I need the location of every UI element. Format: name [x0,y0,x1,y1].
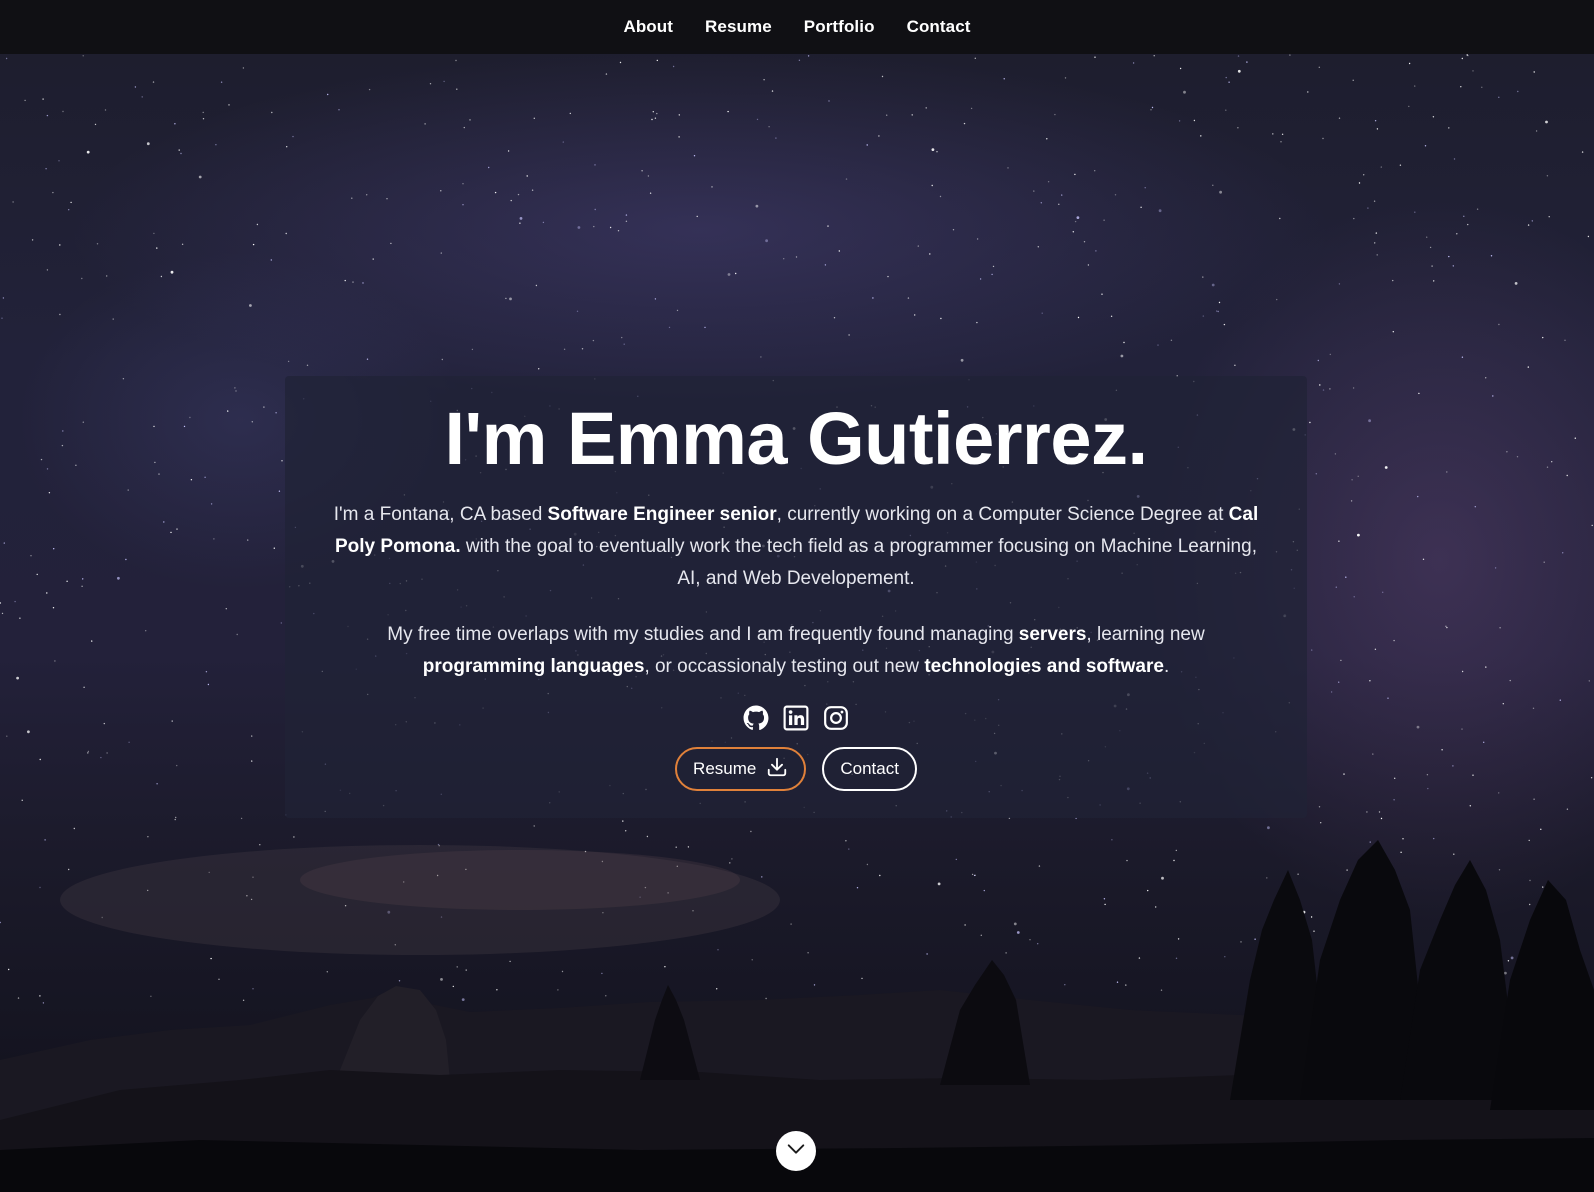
top-navigation: About Resume Portfolio Contact [0,0,1594,54]
intro-bold-role: Software Engineer senior [547,504,777,526]
free-time-paragraph: My free time overlaps with my studies an… [326,619,1266,683]
download-icon [766,756,788,783]
nav-item-resume[interactable]: Resume [705,17,772,37]
intro-paragraph: I'm a Fontana, CA based Software Enginee… [326,499,1266,595]
instagram-icon[interactable] [823,705,849,731]
resume-button-label: Resume [693,759,757,779]
contact-button-label: Contact [840,759,899,779]
contact-button[interactable]: Contact [822,747,917,792]
free-time-bold-tech: technologies and software [924,656,1164,678]
intro-text-1: I'm a Fontana, CA based [333,504,548,526]
hero-title: I'm Emma Gutierrez. [444,397,1148,480]
chevron-down-icon [785,1138,807,1165]
social-links [285,705,1307,731]
github-icon[interactable] [743,705,769,731]
free-time-text-3: , or occassionaly testing out new [644,656,925,678]
free-time-text-2: , learning new [1086,624,1205,646]
nav-item-contact[interactable]: Contact [907,17,971,37]
nav-item-portfolio[interactable]: Portfolio [804,17,875,37]
resume-download-button[interactable]: Resume [675,747,807,792]
scroll-down-button[interactable] [776,1131,816,1171]
free-time-text-1: My free time overlaps with my studies an… [387,624,1019,646]
linkedin-icon[interactable] [783,705,809,731]
nav-item-about[interactable]: About [623,17,673,37]
free-time-bold-servers: servers [1018,624,1087,646]
hero-actions: Resume Contact [285,747,1307,792]
free-time-bold-languages: programming languages [422,656,645,678]
free-time-text-4: . [1163,656,1170,678]
intro-text-3: with the goal to eventually work the tec… [460,536,1257,590]
intro-text-2: , currently working on a Computer Scienc… [776,504,1229,526]
hero-card: I'm Emma Gutierrez. I'm a Fontana, CA ba… [285,376,1307,818]
